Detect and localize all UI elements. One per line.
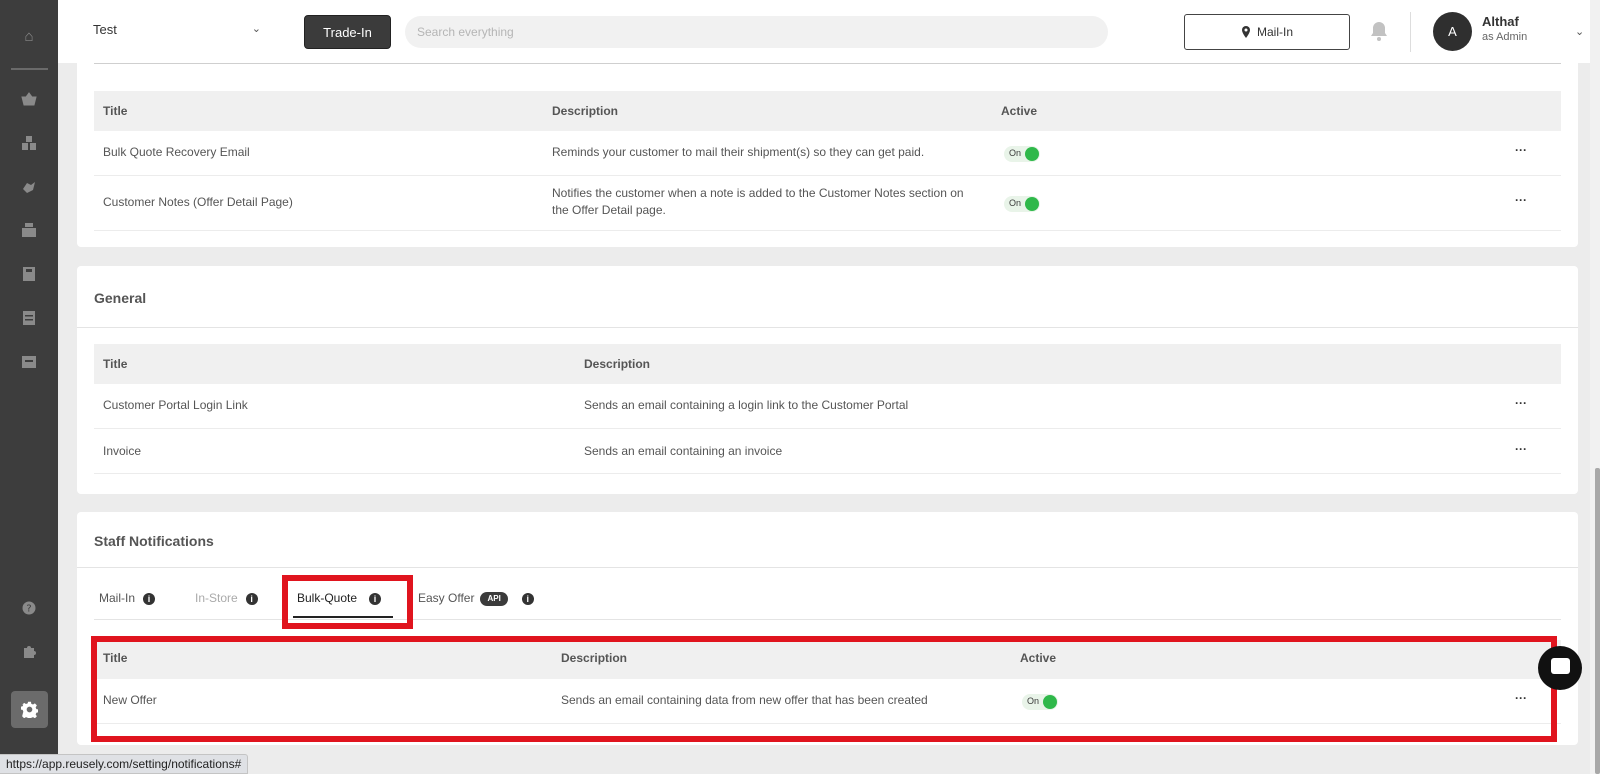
basket-icon[interactable] — [19, 89, 39, 109]
archive-icon[interactable] — [19, 352, 39, 372]
card-divider — [77, 567, 1578, 568]
info-icon[interactable]: i — [521, 592, 534, 605]
active-toggle[interactable]: On — [1004, 146, 1040, 162]
customer-bulk-quote-card: Title Description Active Bulk Quote Reco… — [77, 63, 1578, 247]
column-active: Active — [1001, 104, 1038, 118]
mail-in-label: Mail-In — [1256, 25, 1293, 39]
report-icon[interactable] — [19, 308, 39, 328]
sidebar: ⌂ ? — [0, 0, 58, 774]
user-menu-chevron-icon[interactable]: ⌄ — [1575, 25, 1584, 38]
location-pin-icon — [1241, 26, 1250, 38]
table-header: Title Description — [94, 344, 1561, 384]
boxes-icon[interactable] — [19, 133, 39, 153]
card-divider — [77, 327, 1578, 328]
puzzle-icon[interactable] — [19, 641, 39, 661]
row-description-line2: the Offer Detail page. — [552, 203, 666, 217]
mail-in-button[interactable]: Mail-In — [1184, 14, 1350, 50]
row-actions-menu-icon[interactable]: ··· — [1515, 193, 1527, 207]
row-title: Bulk Quote Recovery Email — [103, 145, 250, 159]
tab-label: Easy Offer — [418, 591, 475, 605]
bell-icon[interactable] — [1370, 21, 1390, 43]
chat-widget-button[interactable] — [1538, 646, 1582, 690]
home-icon[interactable]: ⌂ — [19, 26, 39, 46]
column-title: Title — [103, 104, 128, 118]
tab-easy-offer[interactable]: Easy Offer API i — [418, 591, 534, 606]
row-description: Sends an email containing an invoice — [584, 444, 783, 458]
help-icon[interactable]: ? — [19, 598, 39, 618]
row-description: Sends an email containing a login link t… — [584, 398, 909, 412]
row-actions-menu-icon[interactable]: ··· — [1515, 442, 1527, 456]
hand-icon[interactable] — [19, 177, 39, 197]
row-description: Reminds your customer to mail their ship… — [552, 145, 925, 159]
info-icon[interactable]: i — [245, 592, 258, 605]
avatar[interactable]: A — [1433, 12, 1472, 51]
svg-text:?: ? — [26, 604, 31, 615]
store-icon[interactable] — [19, 264, 39, 284]
card-top-rule — [94, 63, 1561, 64]
row-title: Invoice — [103, 444, 142, 458]
highlight-box-table — [91, 636, 1557, 742]
store-name: Test — [93, 22, 117, 37]
inventory-icon[interactable] — [19, 220, 39, 240]
tab-label: Mail-In — [99, 591, 136, 605]
highlight-box-tab — [282, 575, 413, 629]
general-card: General Title Description Customer Porta… — [77, 266, 1578, 494]
card-title: General — [94, 290, 147, 306]
table-row: Bulk Quote Recovery Email Reminds your c… — [94, 131, 1561, 176]
tab-in-store[interactable]: In-Store i — [195, 591, 258, 605]
top-bar: Test ⌄ Trade-In Mail-In A Althaf as Admi… — [58, 0, 1600, 63]
row-actions-menu-icon[interactable]: ··· — [1515, 143, 1527, 157]
chevron-down-icon: ⌄ — [251, 23, 261, 35]
column-description: Description — [584, 357, 651, 371]
api-badge: API — [480, 591, 508, 606]
tab-label: In-Store — [195, 591, 238, 605]
status-bar-url: https://app.reusely.com/setting/notifica… — [0, 754, 249, 774]
user-role: as Admin — [1482, 31, 1528, 43]
store-selector[interactable]: Test ⌄ — [93, 22, 261, 42]
scrollbar-thumb[interactable] — [1595, 468, 1600, 774]
row-title: Customer Notes (Offer Detail Page) — [103, 195, 293, 209]
table-row: Customer Notes (Offer Detail Page) Notif… — [94, 176, 1561, 231]
active-toggle[interactable]: On — [1004, 196, 1040, 212]
topbar-divider — [1410, 12, 1411, 52]
table-row: Customer Portal Login Link Sends an emai… — [94, 384, 1561, 429]
table-header: Title Description Active — [94, 91, 1561, 131]
sidebar-divider — [11, 68, 48, 70]
row-description-line1: Notifies the customer when a note is add… — [552, 186, 964, 200]
info-icon[interactable]: i — [143, 592, 156, 605]
search-input[interactable] — [405, 16, 1108, 48]
card-title: Staff Notifications — [94, 533, 214, 549]
user-name[interactable]: Althaf — [1482, 14, 1519, 29]
row-title: Customer Portal Login Link — [103, 398, 248, 412]
column-title: Title — [103, 357, 128, 371]
column-description: Description — [552, 104, 619, 118]
chat-icon — [1551, 658, 1570, 674]
tab-mail-in[interactable]: Mail-In i — [99, 591, 156, 605]
gear-icon[interactable] — [11, 691, 48, 728]
trade-in-button[interactable]: Trade-In — [304, 15, 391, 49]
row-actions-menu-icon[interactable]: ··· — [1515, 396, 1527, 410]
table-row: Invoice Sends an email containing an inv… — [94, 429, 1561, 474]
